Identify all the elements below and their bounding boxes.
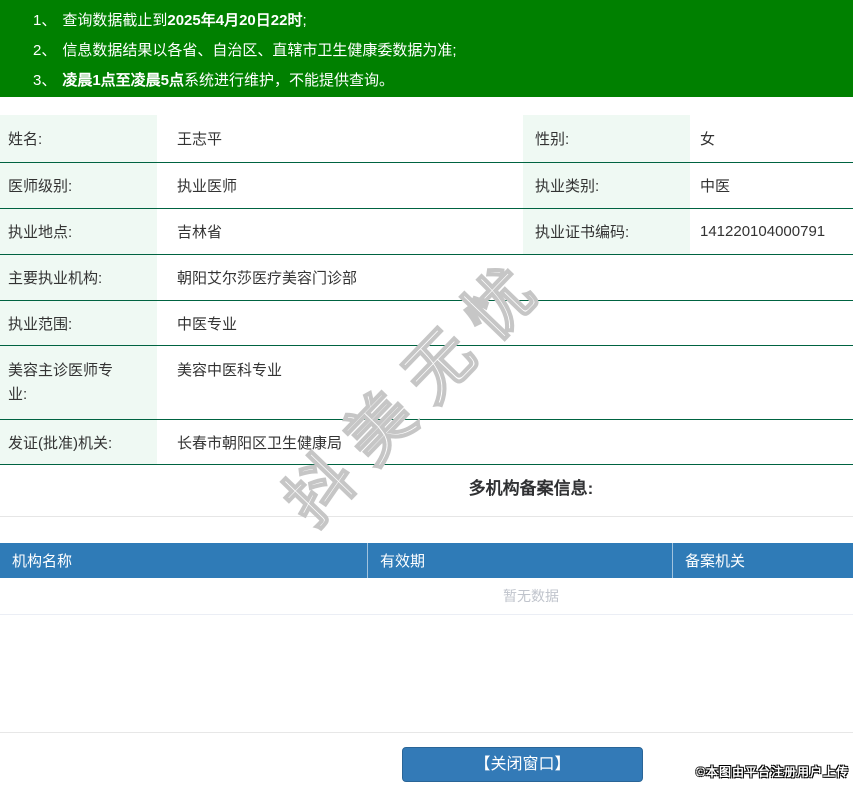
field-value-doctor-level: 执业医师	[177, 178, 238, 195]
registry-header-institution: 机构名称	[0, 543, 368, 578]
practitioner-info-table: 姓名: 王志平 性别: 女 医师级别: 执业医师 执业类别: 中医 执业地点: …	[0, 115, 853, 465]
notice-text: ;	[302, 12, 307, 29]
field-label-issuing-authority: 发证(批准)机关:	[0, 420, 157, 464]
field-value-practice-type: 中医	[700, 178, 731, 195]
field-value-certificate-no: 141220104000791	[700, 223, 826, 240]
field-label-practice-scope: 执业范围:	[0, 301, 157, 345]
field-label-cosmetic-specialty: 美容主诊医师专业:	[0, 346, 157, 419]
table-row: 主要执业机构: 朝阳艾尔莎医疗美容门诊部	[0, 255, 853, 301]
notice-text: 系统进行维护，不能提供查询。	[184, 72, 395, 89]
field-label-doctor-level: 医师级别:	[0, 163, 157, 208]
field-label-practice-place: 执业地点:	[0, 209, 157, 254]
field-label-main-institution: 主要执业机构:	[0, 255, 157, 300]
field-label-name: 姓名:	[0, 115, 157, 162]
page-container: 1、 查询数据截止到2025年4月20日22时; 2、 信息数据结果以各省、自治区、…	[0, 0, 853, 782]
field-value-practice-scope: 中医专业	[177, 315, 238, 333]
field-value-main-institution: 朝阳艾尔莎医疗美容门诊部	[177, 270, 358, 287]
table-row: 发证(批准)机关: 长春市朝阳区卫生健康局	[0, 420, 853, 465]
table-row: 姓名: 王志平 性别: 女	[0, 115, 853, 163]
notice-text: 查询数据截止到	[62, 12, 168, 29]
notice-number: 2、	[33, 42, 57, 59]
notice-banner: 1、 查询数据截止到2025年4月20日22时; 2、 信息数据结果以各省、自治区、…	[0, 0, 853, 97]
registry-table: 机构名称 有效期 备案机关 暂无数据	[0, 543, 853, 615]
field-value-name: 王志平	[177, 131, 223, 148]
field-label-gender: 性别:	[523, 115, 690, 162]
registry-section-title: 多机构备案信息:	[0, 465, 853, 517]
notice-text: 信息数据结果以各省、自治区、直辖市卫生健康委数据为准;	[62, 42, 457, 59]
close-window-button[interactable]: 【关闭窗口】	[402, 747, 643, 782]
field-label-practice-type: 执业类别:	[523, 163, 690, 208]
table-row: 执业范围: 中医专业	[0, 301, 853, 346]
field-value-practice-place: 吉林省	[177, 224, 223, 241]
empty-data-text: 暂无数据	[0, 578, 853, 615]
notice-line-2: 2、 信息数据结果以各省、自治区、直辖市卫生健康委数据为准;	[33, 36, 853, 66]
field-value-issuing-authority: 长春市朝阳区卫生健康局	[177, 434, 343, 452]
field-value-cosmetic-specialty: 美容中医科专业	[177, 362, 283, 379]
field-value-gender: 女	[700, 131, 716, 148]
table-row: 医师级别: 执业医师 执业类别: 中医	[0, 163, 853, 209]
notice-number: 1、	[33, 12, 57, 29]
table-row: 执业地点: 吉林省 执业证书编码: 141220104000791	[0, 209, 853, 255]
notice-text-bold: 2025年4月20日22时	[167, 12, 303, 29]
notice-number: 3、	[33, 72, 57, 89]
divider	[0, 732, 853, 733]
registry-header-validity: 有效期	[368, 543, 673, 578]
registry-header-authority: 备案机关	[685, 553, 746, 570]
credit-watermark-text: ©本图由平台注册用户上传	[696, 765, 849, 779]
field-label-certificate-no: 执业证书编码:	[523, 209, 690, 254]
registry-header-row: 机构名称 有效期 备案机关	[0, 543, 853, 578]
table-row: 美容主诊医师专业: 美容中医科专业	[0, 346, 853, 420]
notice-line-1: 1、 查询数据截止到2025年4月20日22时;	[33, 6, 853, 36]
notice-text-bold: 凌晨1点至凌晨5点	[62, 72, 185, 89]
notice-line-3: 3、 凌晨1点至凌晨5点系统进行维护，不能提供查询。	[33, 66, 853, 96]
